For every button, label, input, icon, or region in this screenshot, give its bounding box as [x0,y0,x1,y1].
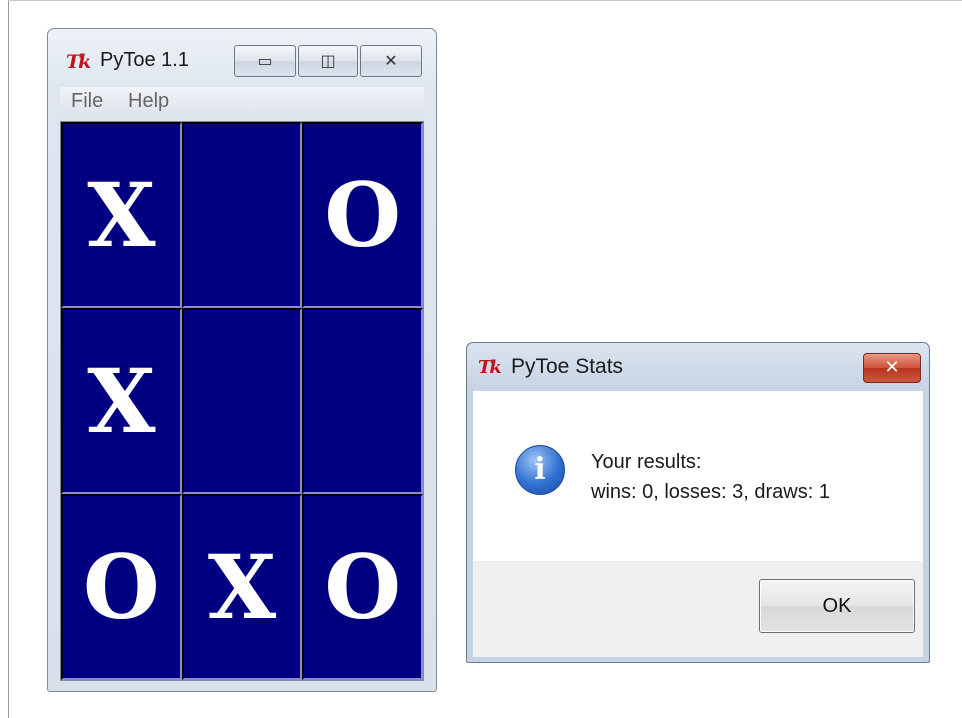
menu-help[interactable]: Help [128,90,169,113]
board-cell-r3c2[interactable]: X [181,494,303,680]
stats-dialog: Tk PyToe Stats ✕ i Your results: wins: 0… [466,342,930,663]
title-bar[interactable]: Tk PyToe 1.1 ▭ ◫ ✕ [48,29,436,85]
board-cell-r1c2[interactable] [181,122,303,308]
board-cell-r1c1[interactable]: X [61,122,182,308]
board-cell-r3c1[interactable]: O [61,494,182,680]
page-border-top [8,0,962,1]
minimize-icon: ▭ [257,51,273,70]
results-summary: wins: 0, losses: 3, draws: 1 [591,481,830,503]
game-board: X O X O X O [60,121,424,681]
dialog-message-area: i Your results: wins: 0, losses: 3, draw… [473,391,923,561]
ok-button[interactable]: OK [759,579,915,633]
minimize-button[interactable]: ▭ [234,45,296,77]
page-border-left [8,0,9,718]
menu-file[interactable]: File [71,90,103,113]
info-icon: i [515,445,565,495]
maximize-icon: ◫ [320,51,336,70]
maximize-button[interactable]: ◫ [298,45,358,77]
board-cell-r2c3[interactable] [302,308,423,494]
close-icon: ✕ [384,51,398,70]
close-icon: ✕ [884,357,900,378]
board-cell-r2c2[interactable] [181,308,303,494]
board-cell-r1c3[interactable]: O [302,122,423,308]
window-title: PyToe 1.1 [100,49,189,71]
board-cell-r3c3[interactable]: O [302,494,423,680]
menu-bar: File Help [60,87,424,117]
dialog-close-button[interactable]: ✕ [863,353,921,383]
board-cell-r2c1[interactable]: X [61,308,182,494]
results-heading: Your results: [591,451,702,473]
pytoe-main-window: Tk PyToe 1.1 ▭ ◫ ✕ File Help X O X O X O [47,28,437,692]
close-button[interactable]: ✕ [360,45,422,77]
tk-app-icon: Tk [66,51,91,73]
tk-app-icon: Tk [478,357,502,378]
dialog-button-area: OK [473,561,923,657]
dialog-title: PyToe Stats [511,355,624,378]
